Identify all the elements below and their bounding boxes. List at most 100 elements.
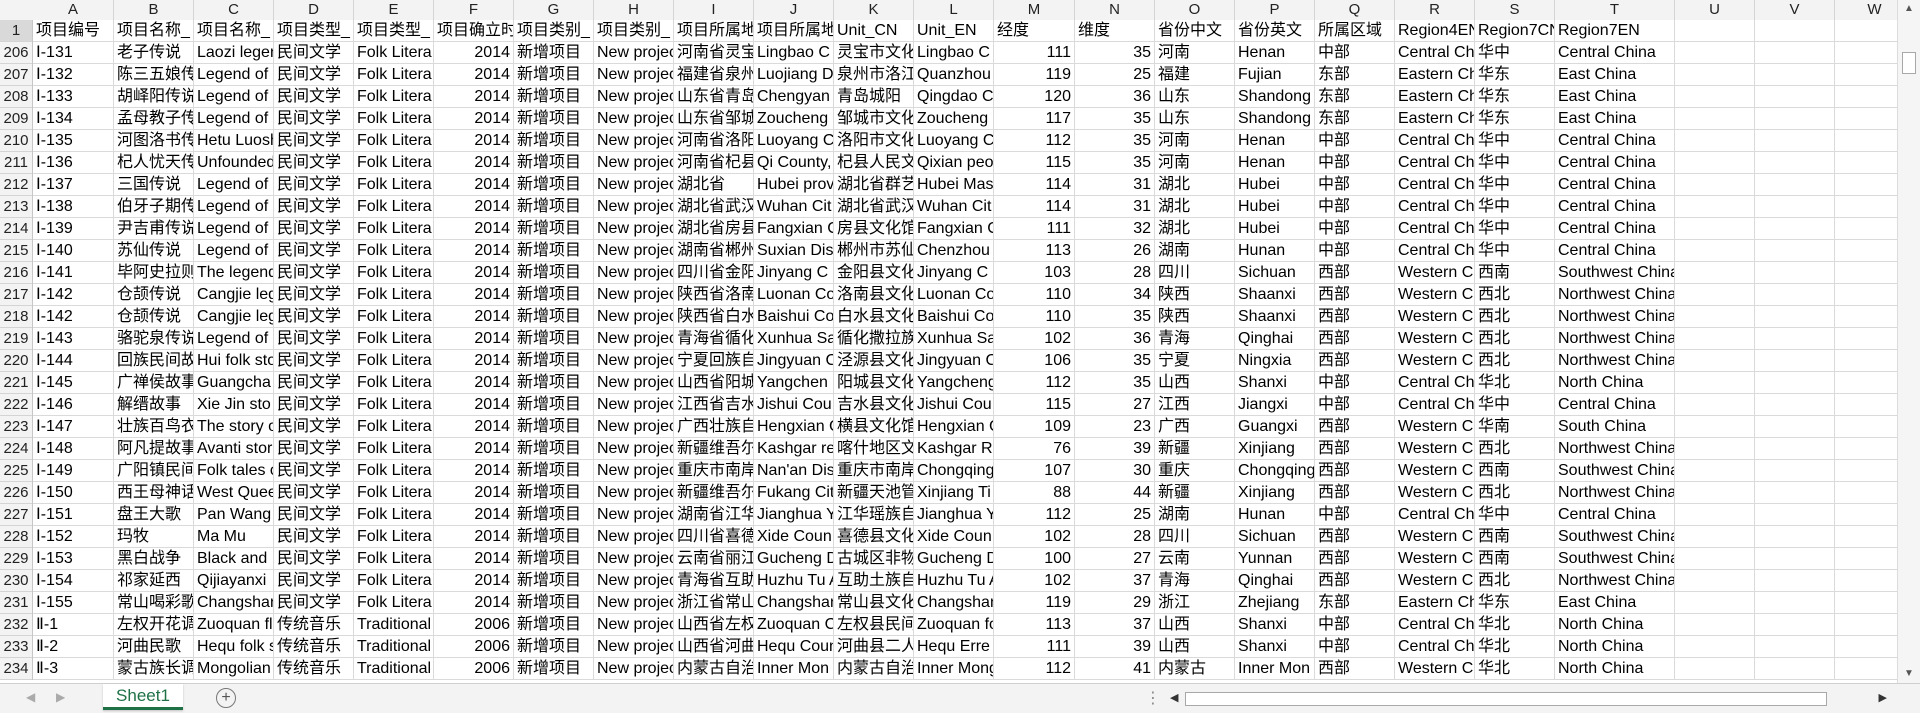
table-cell[interactable]: Black and (194, 548, 274, 570)
table-cell[interactable]: Northwest China (1555, 438, 1675, 460)
table-cell[interactable]: 民间文学 (274, 218, 354, 240)
table-cell[interactable]: 华中 (1475, 196, 1555, 218)
table-cell[interactable]: 2014 (434, 174, 514, 196)
table-cell[interactable] (1835, 174, 1897, 196)
table-cell[interactable]: Inner Mon (754, 658, 834, 680)
table-cell[interactable] (1835, 328, 1897, 350)
table-cell[interactable]: 88 (994, 482, 1075, 504)
table-cell[interactable]: 76 (994, 438, 1075, 460)
table-cell[interactable]: Jiangxi (1235, 394, 1315, 416)
table-cell[interactable]: 39 (1075, 636, 1155, 658)
table-cell[interactable]: 2014 (434, 482, 514, 504)
table-cell[interactable]: New projec (594, 130, 674, 152)
table-cell[interactable] (1755, 482, 1835, 504)
table-cell[interactable]: 云南省丽江 (674, 548, 754, 570)
table-cell[interactable]: Guangxi (1235, 416, 1315, 438)
table-cell[interactable]: 民间文学 (274, 504, 354, 526)
table-cell[interactable]: 云南 (1155, 548, 1235, 570)
table-cell[interactable]: 蒙古族长调 (114, 658, 194, 680)
table-cell[interactable]: Changshan (754, 592, 834, 614)
column-header-o[interactable]: O (1155, 0, 1235, 20)
table-cell[interactable]: 陈三五娘传 (114, 64, 194, 86)
table-cell[interactable]: 中部 (1315, 394, 1395, 416)
table-cell[interactable]: Xie Jin sto (194, 394, 274, 416)
table-cell[interactable]: New projec (594, 240, 674, 262)
table-cell[interactable]: Western C (1395, 350, 1475, 372)
table-cell[interactable]: Huzhu Tu A (914, 570, 994, 592)
table-cell[interactable]: 新增项目 (514, 64, 594, 86)
table-cell[interactable] (1835, 636, 1897, 658)
table-cell[interactable]: 新增项目 (514, 438, 594, 460)
row-header[interactable]: 230 (0, 570, 32, 592)
table-cell[interactable]: 中部 (1315, 240, 1395, 262)
table-cell[interactable] (1835, 262, 1897, 284)
table-cell[interactable]: 37 (1075, 570, 1155, 592)
table-cell[interactable]: 浙江 (1155, 592, 1235, 614)
table-cell[interactable]: Folk Litera (354, 328, 434, 350)
row-header[interactable]: 219 (0, 328, 32, 350)
table-cell[interactable]: Central China (1555, 130, 1675, 152)
table-cell[interactable] (1675, 86, 1755, 108)
table-cell[interactable] (1755, 196, 1835, 218)
table-cell[interactable]: 湖北省武汉 (674, 196, 754, 218)
table-cell[interactable]: 湖南 (1155, 504, 1235, 526)
table-cell[interactable]: 新增项目 (514, 460, 594, 482)
table-cell[interactable]: 毕阿史拉则 (114, 262, 194, 284)
table-cell[interactable]: Xide Coun (914, 526, 994, 548)
table-cell[interactable]: Ⅰ-150 (33, 482, 114, 504)
table-cell[interactable] (1675, 482, 1755, 504)
table-cell[interactable]: 中部 (1315, 504, 1395, 526)
table-cell[interactable]: 湖南 (1155, 240, 1235, 262)
table-cell[interactable]: 河南省灵宝 (674, 42, 754, 64)
table-cell[interactable] (1675, 328, 1755, 350)
table-cell[interactable]: 2014 (434, 42, 514, 64)
column-title-cell[interactable]: 项目名称_ (114, 20, 194, 42)
column-title-cell[interactable] (1755, 20, 1835, 42)
table-cell[interactable]: 西部 (1315, 482, 1395, 504)
table-cell[interactable] (1755, 306, 1835, 328)
table-cell[interactable]: Legend of (194, 108, 274, 130)
table-cell[interactable]: Jingyuan C (914, 350, 994, 372)
table-cell[interactable]: 山东 (1155, 86, 1235, 108)
table-cell[interactable] (1675, 284, 1755, 306)
table-cell[interactable]: 36 (1075, 328, 1155, 350)
table-cell[interactable]: 111 (994, 218, 1075, 240)
table-cell[interactable]: 2014 (434, 548, 514, 570)
table-cell[interactable]: 新疆 (1155, 438, 1235, 460)
table-cell[interactable]: 西部 (1315, 526, 1395, 548)
table-cell[interactable]: 华中 (1475, 240, 1555, 262)
table-cell[interactable]: Chenzhou (914, 240, 994, 262)
table-cell[interactable]: 102 (994, 526, 1075, 548)
table-cell[interactable]: Folk Litera (354, 130, 434, 152)
table-cell[interactable]: 杞人忧天传 (114, 152, 194, 174)
table-cell[interactable]: 新增项目 (514, 174, 594, 196)
table-cell[interactable]: Yangchen (754, 372, 834, 394)
table-cell[interactable]: North China (1555, 614, 1675, 636)
table-cell[interactable]: 湖北省武汉 (834, 196, 914, 218)
table-cell[interactable]: Folk Litera (354, 592, 434, 614)
table-cell[interactable]: 西北 (1475, 350, 1555, 372)
table-cell[interactable]: Ⅰ-142 (33, 306, 114, 328)
table-cell[interactable]: 2014 (434, 592, 514, 614)
table-cell[interactable]: Western C (1395, 526, 1475, 548)
column-header-b[interactable]: B (114, 0, 194, 20)
table-cell[interactable]: 2006 (434, 658, 514, 680)
table-cell[interactable]: 新增项目 (514, 526, 594, 548)
table-cell[interactable]: Shanxi (1235, 636, 1315, 658)
table-cell[interactable]: Gucheng D (914, 548, 994, 570)
table-cell[interactable] (1755, 394, 1835, 416)
table-cell[interactable]: Shanxi (1235, 614, 1315, 636)
table-cell[interactable]: 灵宝市文化 (834, 42, 914, 64)
table-cell[interactable]: Changshan (194, 592, 274, 614)
table-cell[interactable]: Henan (1235, 42, 1315, 64)
table-cell[interactable]: 华东 (1475, 64, 1555, 86)
table-cell[interactable]: 民间文学 (274, 438, 354, 460)
table-cell[interactable]: Northwest China (1555, 350, 1675, 372)
column-header-r[interactable]: R (1395, 0, 1475, 20)
row-header[interactable]: 215 (0, 240, 32, 262)
table-cell[interactable]: Xunhua Sa (914, 328, 994, 350)
table-cell[interactable] (1835, 350, 1897, 372)
table-cell[interactable]: 江华瑶族自 (834, 504, 914, 526)
table-cell[interactable]: Ⅰ-148 (33, 438, 114, 460)
table-cell[interactable] (1835, 196, 1897, 218)
